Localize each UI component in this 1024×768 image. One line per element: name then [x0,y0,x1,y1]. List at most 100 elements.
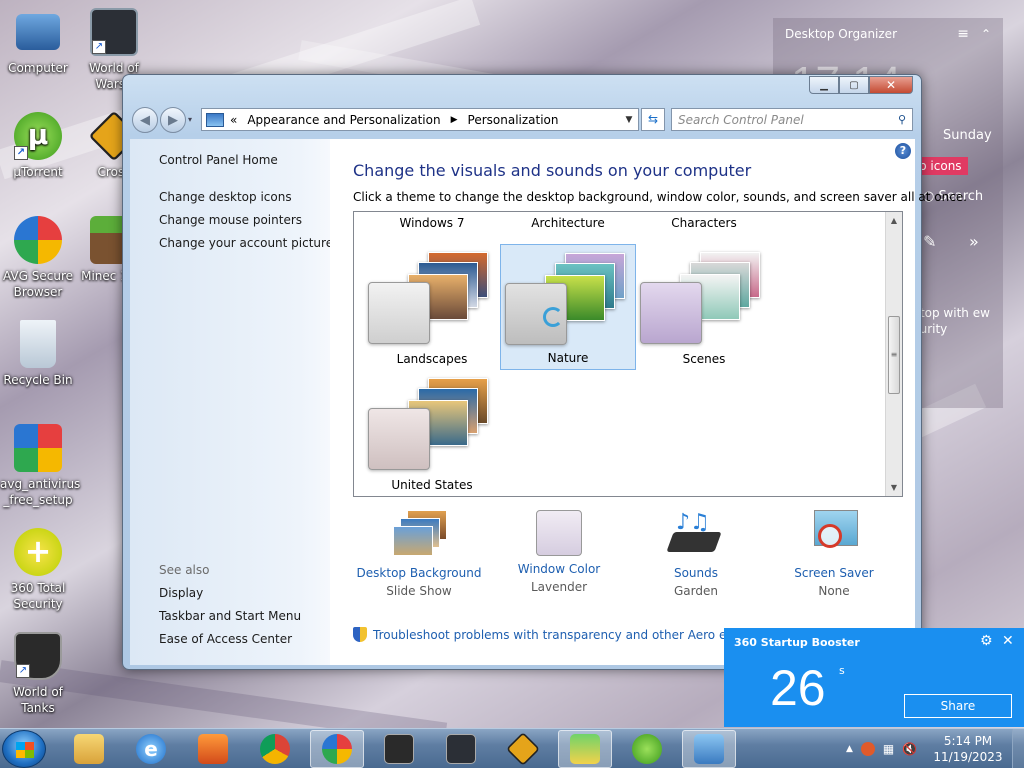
desktop-icon-label: Computer [8,61,68,75]
scroll-up-icon[interactable]: ▲ [886,212,902,229]
desktop-icon-avg-browser[interactable]: AVG Secure Browser [0,216,76,300]
screen-saver-link[interactable]: Screen Saver [769,566,899,580]
taskbar-utorrent[interactable] [620,730,674,768]
recent-pages-dropdown-icon[interactable]: ▾ [188,115,192,124]
help-icon[interactable]: ? [895,143,911,159]
control-panel-icon [694,734,724,764]
sounds-link[interactable]: Sounds [631,566,761,580]
desktop-background-link[interactable]: Desktop Background [354,566,484,580]
taskbar-ie[interactable]: e [124,730,178,768]
theme-characters[interactable]: Characters [636,212,772,234]
network-icon[interactable]: ▦ [883,742,894,756]
clock[interactable]: 5:14 PM 11/19/2023 [928,733,1008,765]
loading-spinner-icon [543,307,563,327]
taskbar-crossout[interactable] [496,730,550,768]
world-of-tanks-icon [384,734,414,764]
theme-label: United States [391,478,473,492]
scroll-down-icon[interactable]: ▼ [886,479,902,496]
desktop-icon-label: World of Tanks [13,685,63,715]
chevron-up-icon[interactable]: ⌃ [981,27,991,41]
desktop-icon-computer[interactable]: Computer [0,10,76,76]
theme-list-scrollbar[interactable]: ▲ ≡ ▼ [885,212,902,496]
desktop-icon-world-of-tanks[interactable]: ↗ World of Tanks [0,632,76,716]
address-bar[interactable]: « Appearance and Personalization ▶ Perso… [201,108,639,131]
share-button[interactable]: Share [904,694,1012,718]
menu-icon[interactable]: ≡ [957,26,969,42]
theme-scenes[interactable]: Scenes [636,244,772,370]
close-button[interactable]: ✕ [869,76,913,94]
close-icon[interactable]: ✕ [1002,633,1014,649]
theme-label: Landscapes [396,352,468,366]
taskbar-world-of-tanks[interactable] [372,730,426,768]
theme-landscapes[interactable]: Landscapes [364,244,500,370]
volume-muted-icon[interactable]: 🔇 [902,742,917,756]
breadcrumb-separator-icon[interactable]: ▶ [451,115,458,125]
minimize-button[interactable]: ▁ [809,76,839,94]
page-subtitle: Click a theme to change the desktop back… [353,190,967,204]
theme-label: Characters [671,216,737,230]
theme-united-states[interactable]: United States [364,370,500,496]
address-dropdown-icon[interactable]: ▼ [620,115,638,125]
breadcrumb-overflow[interactable]: « [230,113,237,127]
back-button[interactable]: ◀ [132,107,158,133]
desktop-icon-360-security[interactable]: + 360 Total Security [0,528,76,612]
clock-date: 11/19/2023 [933,750,1003,764]
360-security-icon: + [14,528,62,576]
search-input[interactable] [678,112,898,127]
maximize-button[interactable]: ▢ [839,76,869,94]
tray-expand-icon[interactable]: ▲ [846,744,853,754]
show-desktop-button[interactable] [1012,729,1024,768]
theme-architecture[interactable]: Architecture [500,212,636,234]
forward-button[interactable]: ▶ [160,107,186,133]
taskbar-personalization[interactable] [558,730,612,768]
sounds-value: Garden [674,584,718,598]
screen-saver-setting[interactable]: Screen Saver None [769,506,899,598]
desktop-icon-label: avg_antivirus _free_setup [0,477,81,507]
color-swatch [640,282,702,344]
desktop-icon-recycle-bin[interactable]: Recycle Bin [0,320,76,388]
scroll-thumb[interactable]: ≡ [888,316,900,394]
double-chevron-icon[interactable]: » [969,232,979,251]
ease-of-access-link[interactable]: Ease of Access Center [159,632,292,646]
gadget-header: Desktop Organizer ≡ ⌃ [773,18,1003,50]
crossout-icon [506,732,540,766]
gear-icon[interactable]: ⚙ [980,633,993,649]
control-panel-home-link[interactable]: Control Panel Home [159,153,278,167]
edit-icon[interactable]: ✎ [923,232,936,251]
taskbar-control-panel[interactable] [682,730,736,768]
taskbar-world-of-warships[interactable] [434,730,488,768]
taskbar-avg-browser[interactable] [310,730,364,768]
desktop-background-setting[interactable]: Desktop Background Slide Show [354,506,484,598]
sounds-setting[interactable]: ♪♫ Sounds Garden [631,506,761,598]
folder-icon [74,734,104,764]
troubleshoot-link[interactable]: Troubleshoot problems with transparency … [353,627,760,642]
change-desktop-icons-link[interactable]: Change desktop icons [159,190,292,204]
booster-unit: s [839,664,845,677]
breadcrumb-personalization[interactable]: Personalization [468,113,559,127]
refresh-button[interactable]: ⇆ [641,108,665,131]
desktop-icon-avg-antivirus[interactable]: avg_antivirus _free_setup [0,424,80,508]
troubleshoot-label: Troubleshoot problems with transparency … [373,627,760,642]
breadcrumb-appearance[interactable]: Appearance and Personalization [247,113,440,127]
display-link[interactable]: Display [159,586,203,600]
taskbar-start-menu-link[interactable]: Taskbar and Start Menu [159,609,301,623]
search-icon[interactable]: ⚲ [898,113,906,126]
taskbar-media-player[interactable] [186,730,240,768]
change-account-picture-link[interactable]: Change your account picture [159,236,333,250]
window-color-setting[interactable]: Window Color Lavender [494,506,624,594]
theme-windows-7[interactable]: Windows 7 [364,212,500,234]
tray-app-icon[interactable] [860,742,875,756]
search-box[interactable]: ⚲ [671,108,913,131]
see-also-heading: See also [159,563,210,577]
desktop-icon-utorrent[interactable]: µ ↗ µTorrent [0,112,76,180]
taskbar-chrome[interactable] [248,730,302,768]
window-color-link[interactable]: Window Color [494,562,624,576]
taskbar-explorer[interactable] [62,730,116,768]
media-player-icon [198,734,228,764]
startup-booster-popup: 360 Startup Booster ⚙ ✕ 26 s Share [724,628,1024,727]
theme-label: Scenes [682,352,726,366]
gadget-day: Sunday [943,128,992,143]
theme-nature[interactable]: Nature [500,244,636,370]
change-mouse-pointers-link[interactable]: Change mouse pointers [159,213,302,227]
start-button[interactable] [2,730,46,768]
